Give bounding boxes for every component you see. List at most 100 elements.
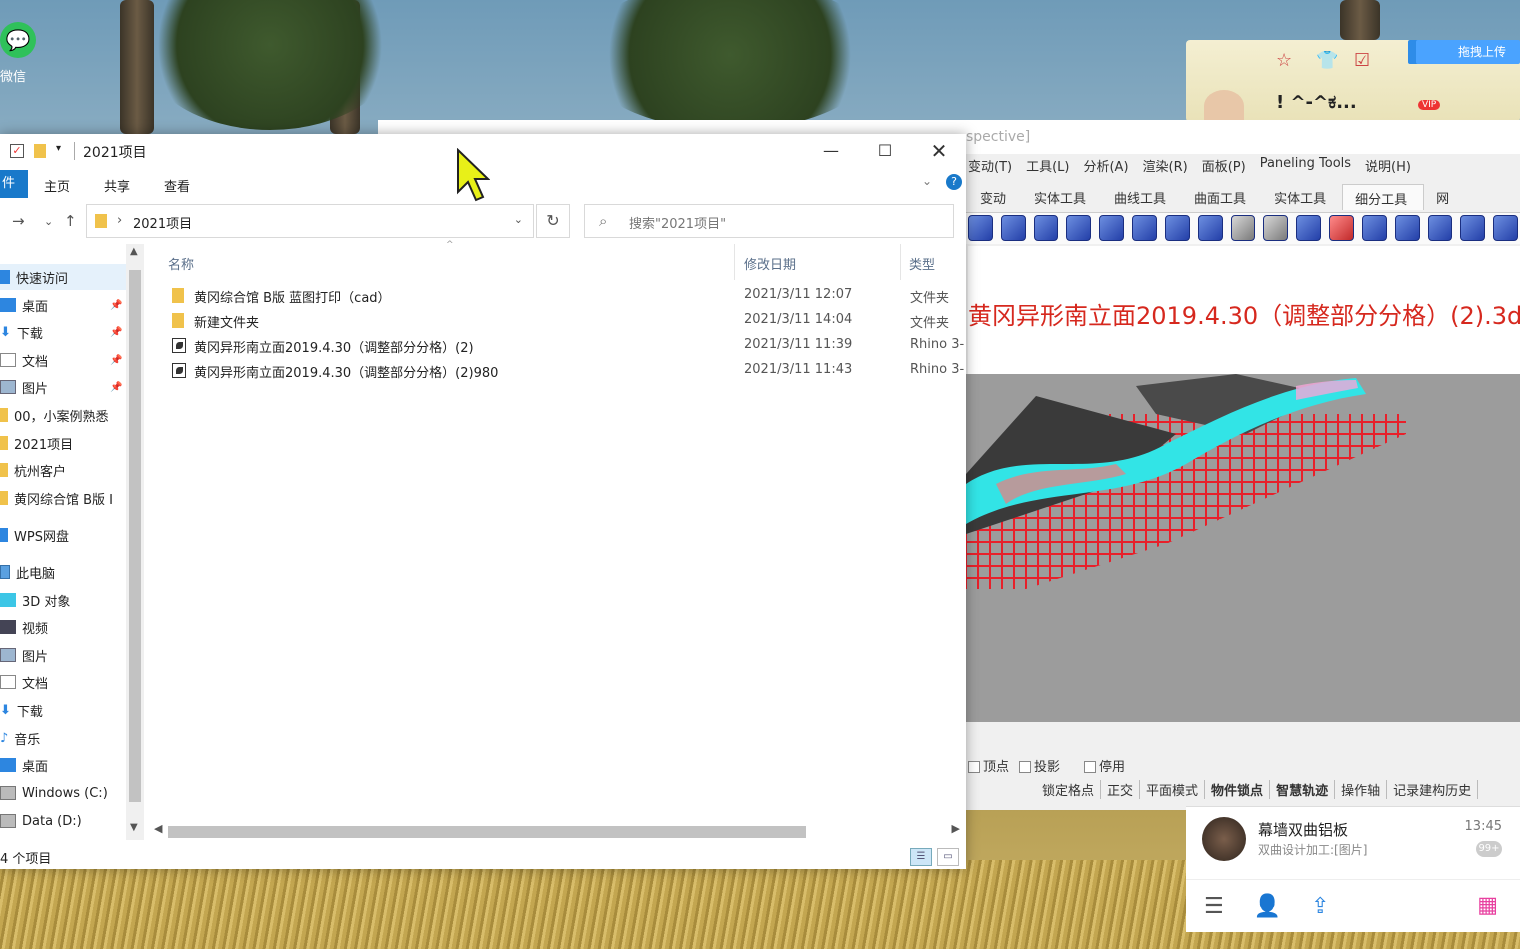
- chevron-right-icon[interactable]: ›: [117, 213, 122, 228]
- check-icon[interactable]: ☑: [1354, 50, 1370, 71]
- shirt-icon[interactable]: 👕: [1316, 50, 1338, 71]
- nav-documents-pinned[interactable]: 文档 📌: [0, 347, 126, 373]
- add-contact-icon[interactable]: 👤: [1254, 894, 1281, 919]
- customize-toolbar-icon[interactable]: ▾: [56, 143, 61, 154]
- nav-wps-drive[interactable]: WPS网盘: [0, 522, 126, 548]
- nav-music[interactable]: ♪ 音乐: [0, 725, 126, 751]
- nav-quick-access[interactable]: 快速访问: [0, 264, 126, 290]
- nav-this-pc[interactable]: 此电脑: [0, 559, 126, 585]
- tool-shell-icon[interactable]: [1460, 215, 1486, 241]
- scroll-right-icon[interactable]: ▶: [952, 822, 960, 835]
- table-row[interactable]: 黄冈异形南立面2019.4.30（调整部分分格）(2) 2021/3/11 11…: [168, 334, 964, 358]
- tool-sphere-icon[interactable]: [1000, 215, 1026, 241]
- tool-pipe-icon[interactable]: [1033, 215, 1059, 241]
- tool-more-icon[interactable]: [1493, 215, 1519, 241]
- table-row[interactable]: 黄冈异形南立面2019.4.30（调整部分分格）(2)980 2021/3/11…: [168, 359, 964, 383]
- table-row[interactable]: 黄冈综合馆 B版 蓝图打印（cad） 2021/3/11 12:07 文件夹: [168, 284, 958, 308]
- status-planar[interactable]: 平面模式: [1140, 780, 1206, 799]
- checkbox[interactable]: [1084, 761, 1097, 773]
- status-smarttrack[interactable]: 智慧轨迹: [1270, 780, 1336, 799]
- menu-paneling-tools[interactable]: Paneling Tools: [1260, 156, 1351, 178]
- tab-share[interactable]: 共享: [104, 176, 130, 195]
- tool-blob-icon[interactable]: [1394, 215, 1420, 241]
- tool-mesh-icon[interactable]: [1066, 215, 1092, 241]
- status-grid-snap[interactable]: 锁定格点: [1036, 780, 1102, 799]
- column-name[interactable]: 名称: [168, 254, 194, 273]
- expand-ribbon-icon[interactable]: ⌄: [922, 174, 932, 188]
- column-date[interactable]: 修改日期: [744, 254, 796, 273]
- minimize-button[interactable]: —: [804, 134, 858, 168]
- folder-icon[interactable]: [34, 144, 46, 158]
- file-explorer-window[interactable]: ✓ ▾ 2021项目 — ☐ ✕ 件 主页 共享 查看 ⌄ ? → ⌄ ↑ › …: [0, 134, 966, 869]
- osnap-disable[interactable]: 停用: [1084, 756, 1125, 775]
- share-icon[interactable]: ⇪: [1311, 894, 1329, 919]
- tool-twist-icon[interactable]: [1296, 215, 1322, 241]
- nav-folder-huanggang[interactable]: 黄冈综合馆 B版 I: [0, 485, 126, 511]
- chat-notification[interactable]: 幕墙双曲铝板 双曲设计加工:[图片] 13:45 99+ ☰ 👤 ⇪ ▦: [1186, 806, 1520, 932]
- tool-box-icon[interactable]: [968, 215, 993, 241]
- scroll-up-icon[interactable]: ▲: [130, 246, 138, 257]
- tool-flat-icon[interactable]: [1427, 215, 1453, 241]
- tool-frame-icon[interactable]: [1197, 215, 1223, 241]
- tab-surface-tools[interactable]: 曲面工具: [1182, 184, 1262, 210]
- status-record-history[interactable]: 记录建构历史: [1387, 780, 1479, 799]
- navigation-pane[interactable]: 快速访问 桌面 📌 ⬇ 下载 📌 文档 📌 图片 📌 00，小案例熟悉 2021项目 杭州…: [0, 244, 126, 850]
- scroll-thumb[interactable]: [129, 270, 141, 802]
- close-button[interactable]: ✕: [912, 134, 966, 168]
- menu-render[interactable]: 渲染(R): [1143, 156, 1188, 178]
- column-type[interactable]: 类型: [909, 254, 935, 273]
- nav-documents[interactable]: 文档: [0, 669, 126, 695]
- help-icon[interactable]: ?: [946, 174, 962, 190]
- nav-downloads[interactable]: ⬇ 下载: [0, 697, 126, 723]
- nav-pictures-pinned[interactable]: 图片 📌: [0, 374, 126, 400]
- address-path[interactable]: 2021项目: [133, 213, 192, 232]
- up-icon[interactable]: ↑: [64, 212, 77, 230]
- chevron-down-icon[interactable]: ⌄: [514, 213, 523, 226]
- scroll-thumb[interactable]: [168, 826, 806, 838]
- status-gumball[interactable]: 操作轴: [1335, 780, 1388, 799]
- nav-desktop[interactable]: 桌面: [0, 752, 126, 778]
- nav-folder-2021[interactable]: 2021项目: [0, 430, 126, 456]
- tab-solid-tools[interactable]: 实体工具: [1022, 184, 1102, 210]
- tool-cut-icon[interactable]: [1329, 215, 1354, 241]
- status-osnap[interactable]: 物件锁点: [1205, 780, 1271, 799]
- nav-desktop-pinned[interactable]: 桌面 📌: [0, 292, 126, 318]
- tab-transform[interactable]: 变动: [968, 184, 1022, 210]
- address-bar[interactable]: › 2021项目 ⌄: [86, 204, 534, 238]
- nav-3d-objects[interactable]: 3D 对象: [0, 587, 126, 613]
- menu-panels[interactable]: 面板(P): [1202, 156, 1246, 178]
- refresh-button[interactable]: ↻: [536, 204, 570, 238]
- large-icons-view-icon[interactable]: ▭: [937, 848, 959, 866]
- nav-downloads-pinned[interactable]: ⬇ 下载 📌: [0, 319, 126, 345]
- drag-upload-button[interactable]: 拖拽上传: [1416, 40, 1520, 64]
- nav-scrollbar[interactable]: ▲ ▼: [126, 244, 144, 840]
- search-box[interactable]: ⌕ 搜索"2021项目": [584, 204, 954, 238]
- tool-knife-icon[interactable]: [1361, 215, 1387, 241]
- tool-grid-icon[interactable]: [1132, 215, 1157, 241]
- menu-transform[interactable]: 变动(T): [968, 156, 1012, 178]
- tool-globe-icon[interactable]: [1164, 215, 1190, 241]
- tab-file[interactable]: 件: [0, 170, 28, 198]
- wechat-icon[interactable]: 💬: [0, 22, 36, 58]
- forward-icon[interactable]: →: [12, 212, 25, 230]
- nav-folder-small-cases[interactable]: 00，小案例熟悉: [0, 402, 126, 428]
- apps-grid-icon[interactable]: ▦: [1477, 893, 1498, 918]
- checkbox[interactable]: [968, 761, 980, 773]
- quick-access-check-icon[interactable]: ✓: [10, 144, 24, 158]
- maximize-button[interactable]: ☐: [858, 134, 912, 168]
- qq-floating-widget[interactable]: ☆ 👕 ☑ ☁ 拖拽上传 ! ^-^ಕ... VIP: [1186, 40, 1520, 122]
- scroll-down-icon[interactable]: ▼: [130, 822, 138, 833]
- details-view-icon[interactable]: ☰: [910, 848, 932, 866]
- nav-pictures[interactable]: 图片: [0, 642, 126, 668]
- osnap-vertex[interactable]: 顶点: [968, 756, 1009, 775]
- horizontal-scrollbar[interactable]: ◀ ▶: [150, 822, 966, 840]
- tool-link-icon[interactable]: [1099, 215, 1125, 241]
- checkbox[interactable]: [1019, 761, 1032, 773]
- menu-analyze[interactable]: 分析(A): [1083, 156, 1128, 178]
- tab-mesh[interactable]: 网: [1424, 184, 1465, 210]
- scroll-left-icon[interactable]: ◀: [154, 822, 162, 835]
- tab-home[interactable]: 主页: [44, 176, 70, 195]
- tool-cup-icon[interactable]: [1230, 215, 1256, 241]
- tab-view[interactable]: 查看: [164, 176, 190, 195]
- tab-curve-tools[interactable]: 曲线工具: [1102, 184, 1182, 210]
